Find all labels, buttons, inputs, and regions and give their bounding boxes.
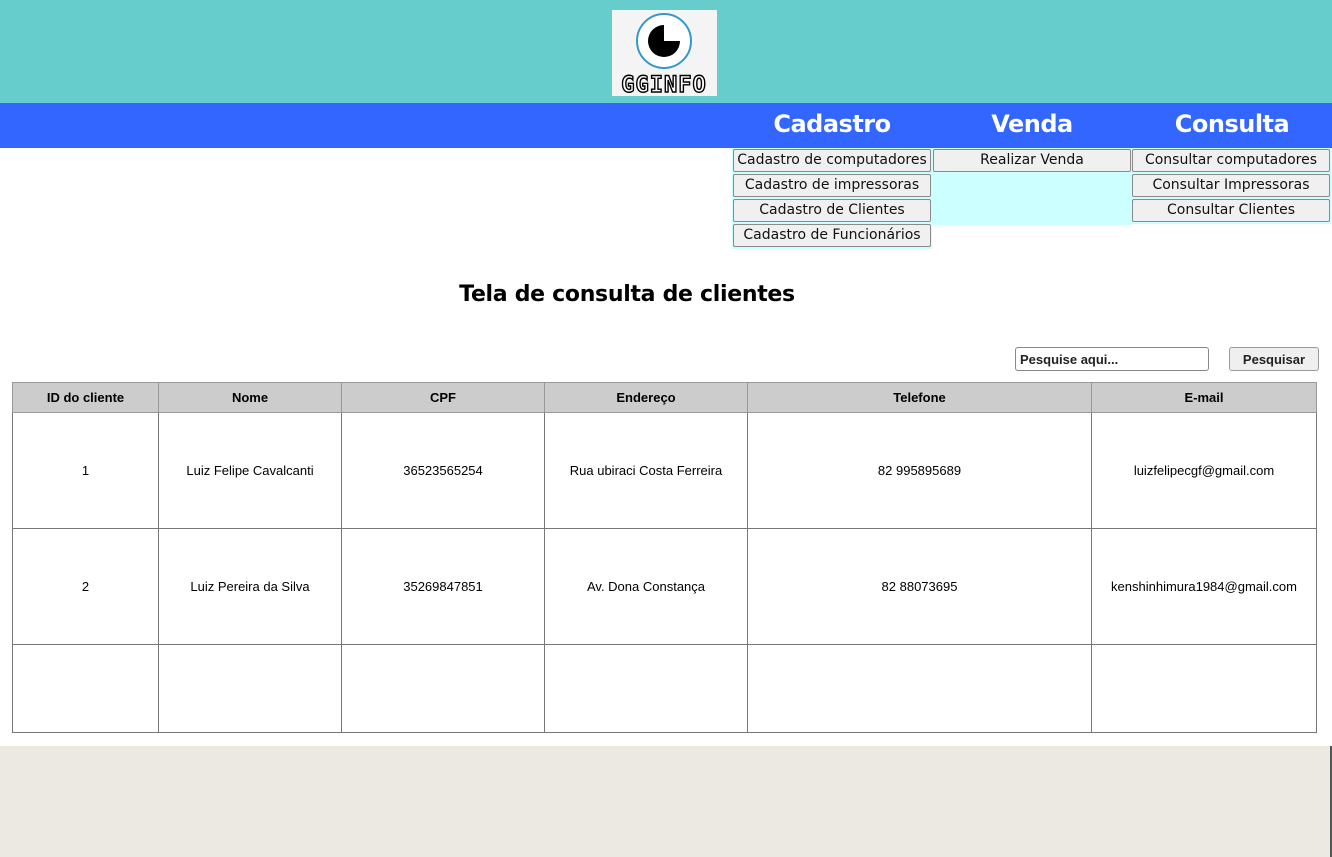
cadastro-clientes-button[interactable]: Cadastro de Clientes (733, 199, 931, 222)
cadastro-funcionarios-button[interactable]: Cadastro de Funcionários (733, 224, 931, 247)
cell-cpf: 36523565254 (341, 412, 545, 529)
table-row: 1 Luiz Felipe Cavalcanti 36523565254 Rua… (12, 412, 1317, 529)
cell-nome: Luiz Felipe Cavalcanti (158, 412, 342, 529)
cell-email: kenshinhimura1984@gmail.com (1091, 528, 1317, 645)
realizar-venda-button[interactable]: Realizar Venda (933, 149, 1131, 172)
cell-email (1091, 644, 1317, 733)
cell-id (12, 644, 159, 733)
page-title: Tela de consulta de clientes (459, 282, 795, 307)
logo: GGINFO (612, 10, 717, 96)
main-nav: Cadastro Venda Consulta (0, 103, 1332, 148)
dropdown-consulta: Consultar computadores Consultar Impress… (1131, 148, 1331, 224)
cadastro-computadores-button[interactable]: Cadastro de computadores (733, 149, 931, 172)
clients-table: ID do cliente Nome CPF Endereço Telefone… (12, 382, 1317, 733)
nav-consulta[interactable]: Consulta (1132, 103, 1332, 148)
cell-email: luizfelipecgf@gmail.com (1091, 412, 1317, 529)
consultar-computadores-button[interactable]: Consultar computadores (1132, 149, 1330, 172)
cell-telefone: 82 995895689 (747, 412, 1092, 529)
consultar-clientes-button[interactable]: Consultar Clientes (1132, 199, 1330, 222)
dropdown-venda: Realizar Venda (932, 148, 1132, 225)
search-input[interactable] (1015, 347, 1209, 371)
nav-cadastro[interactable]: Cadastro (732, 103, 932, 148)
column-header-endereco: Endereço (544, 382, 748, 413)
consultar-impressoras-button[interactable]: Consultar Impressoras (1132, 174, 1330, 197)
search-button[interactable]: Pesquisar (1229, 347, 1319, 371)
cell-nome (158, 644, 342, 733)
nav-venda[interactable]: Venda (932, 103, 1132, 148)
dropdown-cadastro: Cadastro de computadores Cadastro de imp… (732, 148, 932, 249)
cell-id: 2 (12, 528, 159, 645)
column-header-nome: Nome (158, 382, 342, 413)
cell-telefone (747, 644, 1092, 733)
cell-endereco: Rua ubiraci Costa Ferreira (544, 412, 748, 529)
cell-cpf (341, 644, 545, 733)
header-bar: GGINFO (0, 0, 1332, 103)
cell-cpf: 35269847851 (341, 528, 545, 645)
footer (0, 746, 1332, 857)
cadastro-impressoras-button[interactable]: Cadastro de impressoras (733, 174, 931, 197)
column-header-email: E-mail (1091, 382, 1317, 413)
table-row-empty (12, 644, 1317, 733)
table-row: 2 Luiz Pereira da Silva 35269847851 Av. … (12, 528, 1317, 645)
cell-id: 1 (12, 412, 159, 529)
cell-nome: Luiz Pereira da Silva (158, 528, 342, 645)
column-header-id: ID do cliente (12, 382, 159, 413)
column-header-cpf: CPF (341, 382, 545, 413)
cell-endereco (544, 644, 748, 733)
table-header-row: ID do cliente Nome CPF Endereço Telefone… (12, 382, 1317, 413)
cell-endereco: Av. Dona Constança (544, 528, 748, 645)
logo-text: GGINFO (621, 73, 706, 96)
cell-telefone: 82 88073695 (747, 528, 1092, 645)
column-header-telefone: Telefone (747, 382, 1092, 413)
